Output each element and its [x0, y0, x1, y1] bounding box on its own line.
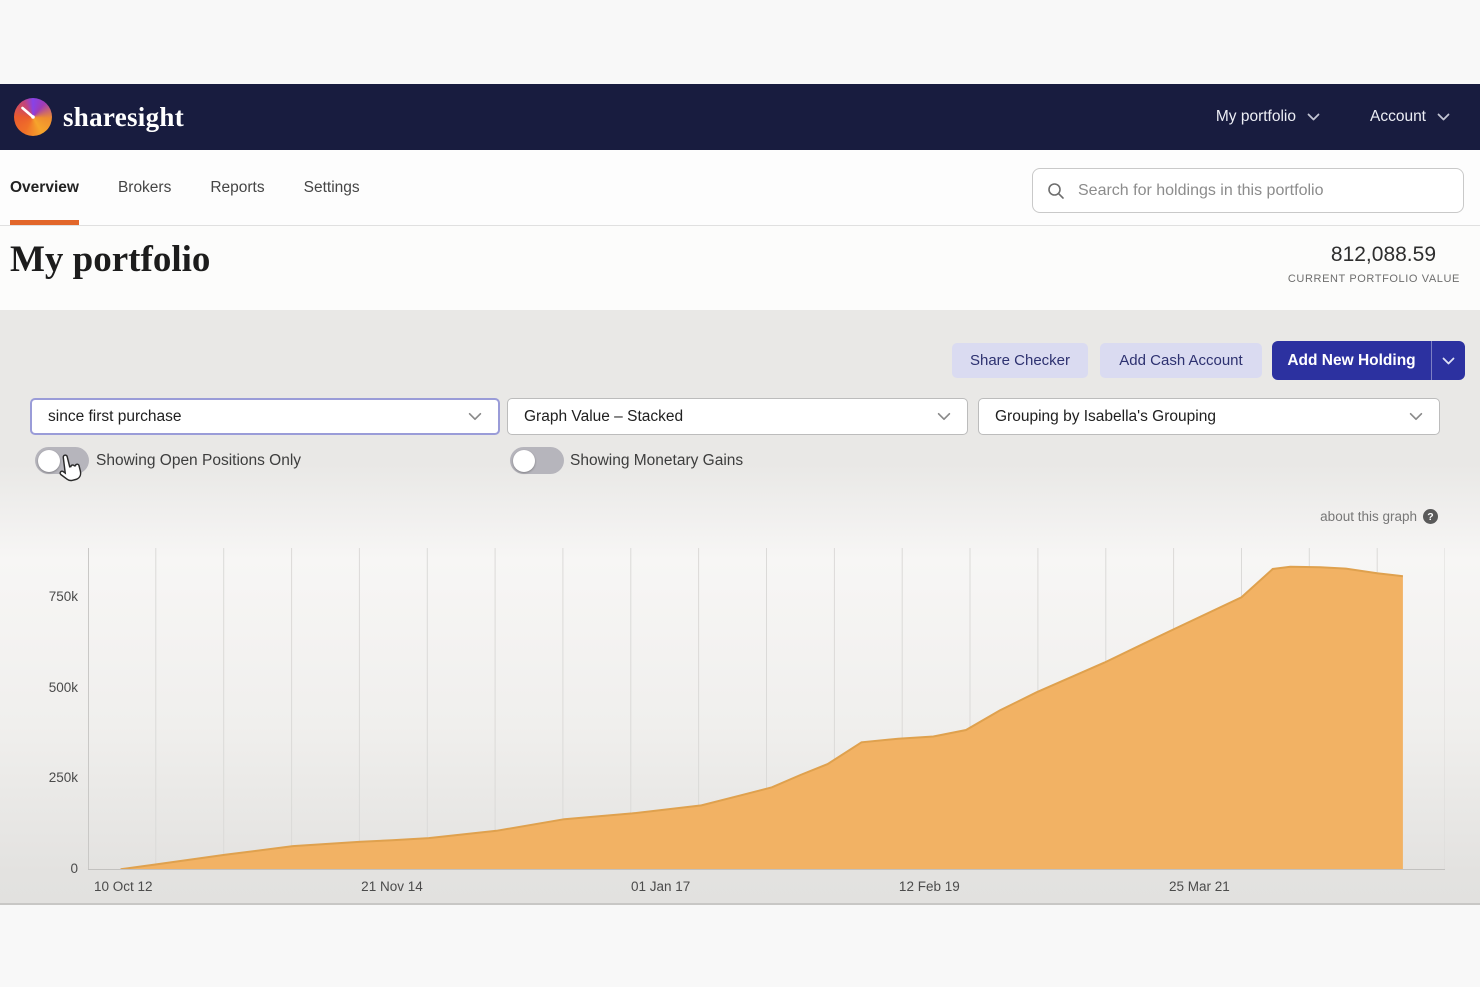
account-menu[interactable]: Account: [1370, 108, 1450, 126]
tab-settings[interactable]: Settings: [304, 150, 360, 225]
graph-type-select[interactable]: Graph Value – Stacked: [507, 398, 968, 435]
chevron-down-icon: [1442, 357, 1455, 365]
current-portfolio-value-label: CURRENT PORTFOLIO VALUE: [1288, 273, 1460, 285]
about-this-graph-link[interactable]: about this graph ?: [1320, 509, 1438, 524]
x-axis-tick: 21 Nov 14: [361, 879, 423, 894]
y-axis-tick: 250k: [18, 770, 78, 785]
tab-reports[interactable]: Reports: [210, 150, 264, 225]
y-axis-tick: 500k: [18, 680, 78, 695]
question-mark-icon: ?: [1423, 509, 1438, 524]
portfolio-menu[interactable]: My portfolio: [1216, 108, 1320, 126]
chevron-down-icon: [1409, 412, 1423, 421]
x-axis-tick: 01 Jan 17: [631, 879, 690, 894]
current-portfolio-value: 812,088.59: [1288, 243, 1460, 267]
portfolio-menu-label: My portfolio: [1216, 108, 1296, 126]
brand-wordmark: sharesight: [63, 102, 184, 133]
add-cash-account-button[interactable]: Add Cash Account: [1100, 343, 1262, 378]
grouping-select-value: Grouping by Isabella's Grouping: [995, 408, 1216, 426]
grouping-select[interactable]: Grouping by Isabella's Grouping: [978, 398, 1440, 435]
tab-overview[interactable]: Overview: [10, 150, 79, 225]
period-select[interactable]: since first purchase: [30, 398, 500, 435]
monetary-gains-toggle[interactable]: [510, 447, 564, 474]
title-row: My portfolio 812,088.59 CURRENT PORTFOLI…: [0, 226, 1480, 310]
add-new-holding-dropdown-toggle[interactable]: [1432, 341, 1465, 380]
content-panel: Share Checker Add Cash Account Add New H…: [0, 310, 1480, 903]
holdings-search[interactable]: [1032, 168, 1464, 213]
add-new-holding-button[interactable]: Add New Holding: [1272, 341, 1432, 380]
navbar-menus: My portfolio Account: [1216, 108, 1450, 126]
y-axis-tick: 0: [18, 861, 78, 876]
share-checker-button[interactable]: Share Checker: [952, 343, 1088, 378]
chevron-down-icon: [937, 412, 951, 421]
top-navbar: sharesight My portfolio Account: [0, 84, 1480, 150]
mouse-cursor-hand-icon: [57, 454, 84, 485]
graph-type-select-value: Graph Value – Stacked: [524, 408, 683, 426]
search-icon: [1047, 182, 1065, 200]
page-title: My portfolio: [10, 238, 210, 281]
chevron-down-icon: [1437, 113, 1450, 121]
add-new-holding-button-group: Add New Holding: [1272, 341, 1465, 380]
search-input[interactable]: [1076, 181, 1449, 201]
chevron-down-icon: [1307, 113, 1320, 121]
about-this-graph-label: about this graph: [1320, 509, 1417, 524]
bottom-divider: [0, 903, 1480, 905]
account-menu-label: Account: [1370, 108, 1426, 126]
y-axis-tick: 750k: [18, 589, 78, 604]
portfolio-area-chart: [88, 548, 1445, 870]
open-positions-toggle-label: Showing Open Positions Only: [96, 452, 301, 470]
tab-bar: Overview Brokers Reports Settings: [0, 150, 1480, 226]
period-select-value: since first purchase: [48, 408, 182, 426]
x-axis-tick: 25 Mar 21: [1169, 879, 1230, 894]
toggle-knob: [513, 450, 535, 472]
chevron-down-icon: [468, 412, 482, 421]
portfolio-value-block: 812,088.59 CURRENT PORTFOLIO VALUE: [1288, 243, 1460, 285]
x-axis-tick: 10 Oct 12: [94, 879, 153, 894]
tab-brokers[interactable]: Brokers: [118, 150, 171, 225]
monetary-gains-toggle-label: Showing Monetary Gains: [570, 452, 743, 470]
x-axis-tick: 12 Feb 19: [899, 879, 960, 894]
sharesight-logo-icon: [14, 98, 52, 136]
